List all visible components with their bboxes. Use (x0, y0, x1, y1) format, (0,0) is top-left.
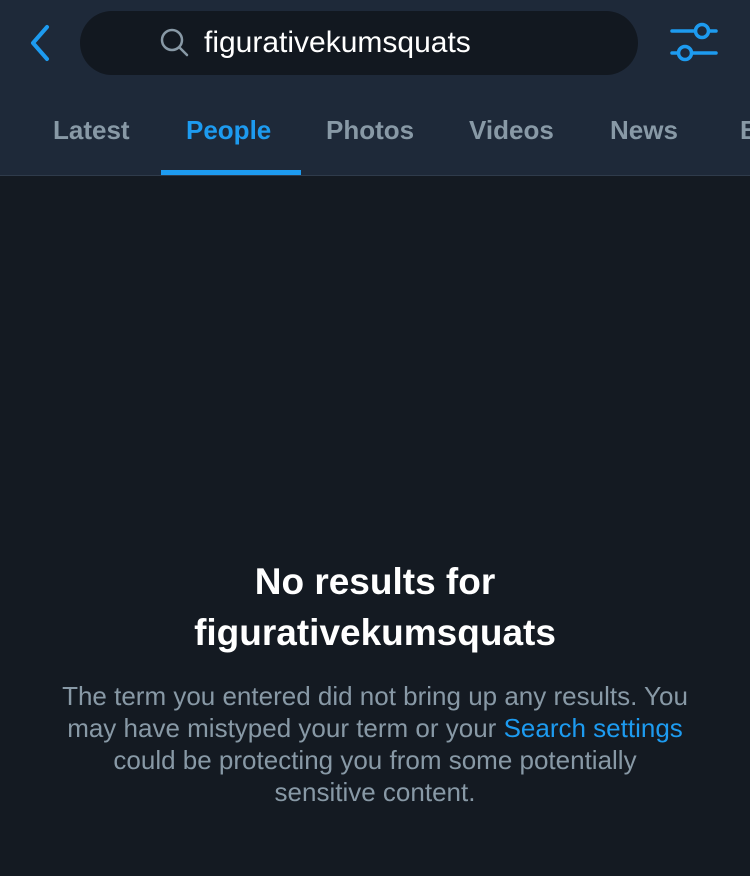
sliders-icon (670, 22, 718, 62)
no-results-description: The term you entered did not bring up an… (60, 680, 690, 808)
tab-broadcasts[interactable]: B (740, 115, 750, 146)
tab-news[interactable]: News (610, 115, 678, 146)
tab-videos[interactable]: Videos (469, 115, 554, 146)
search-bar[interactable]: figurativekumsquats (80, 11, 638, 75)
tab-photos[interactable]: Photos (326, 115, 414, 146)
back-button[interactable] (20, 22, 60, 64)
tab-latest[interactable]: Latest (53, 115, 130, 146)
no-results-title-line1: No results for (254, 561, 496, 602)
search-header: figurativekumsquats Latest People Photos… (0, 0, 750, 175)
header-divider (0, 175, 750, 176)
back-chevron-icon (31, 25, 49, 61)
search-input[interactable]: figurativekumsquats (204, 25, 471, 61)
search-settings-link[interactable]: Search settings (504, 713, 683, 743)
no-results-title: No results for figurativekumsquats (0, 556, 750, 658)
description-text-after: could be protecting you from some potent… (113, 745, 637, 807)
tab-people[interactable]: People (186, 115, 271, 146)
no-results-query: figurativekumsquats (194, 612, 556, 653)
search-icon (160, 28, 189, 57)
search-filters-button[interactable] (668, 19, 720, 65)
search-tabs: Latest People Photos Videos News B (0, 100, 750, 175)
